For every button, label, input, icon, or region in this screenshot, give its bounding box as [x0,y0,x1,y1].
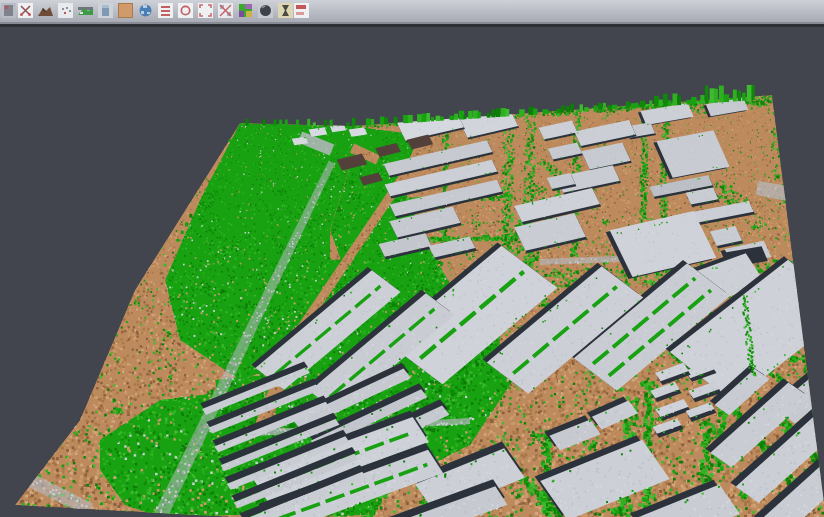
green-hill-icon[interactable] [78,3,93,18]
red-checker-icon[interactable] [218,3,233,18]
scissors-icon[interactable] [18,3,33,18]
application-window [0,0,824,517]
globe-icon[interactable] [138,3,153,18]
terrain-mound-icon[interactable] [38,3,53,18]
sphere-icon[interactable] [258,3,273,18]
red-circle-icon[interactable] [178,3,193,18]
toolbar [0,0,824,24]
red-stripes-icon[interactable] [294,3,309,18]
points-icon[interactable] [58,3,73,18]
point-cloud-scene[interactable] [0,24,824,517]
clipboard-icon[interactable] [1,3,16,18]
red-lines-icon[interactable] [158,3,173,18]
classification-icon[interactable] [238,3,253,18]
red-brackets-icon[interactable] [198,3,213,18]
3d-viewport[interactable] [0,24,824,517]
column-icon[interactable] [98,3,113,18]
orange-square-icon[interactable] [118,3,133,18]
hourglass-icon[interactable] [278,3,293,18]
